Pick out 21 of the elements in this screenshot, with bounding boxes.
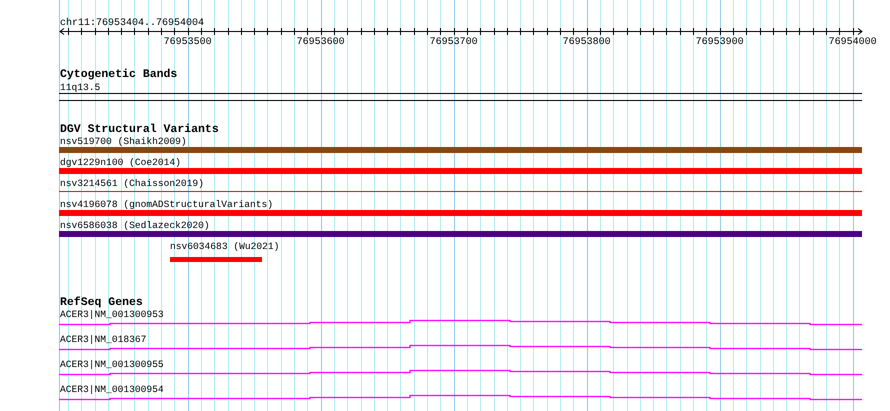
variant-label: nsv6034683 (Wu2021) [170, 241, 280, 252]
gene-label: ACER3|NM_001300955 [60, 359, 164, 370]
variant-label: nsv4196078 (gnomADStructuralVariants) [60, 199, 274, 210]
variant-label: nsv6586038 (Sedlazeck2020) [60, 220, 210, 231]
ruler-tick-label: 76953600 [296, 37, 345, 48]
ruler-tick-label: 76953500 [164, 37, 212, 48]
ruler-tick-label: 76953700 [430, 37, 478, 48]
gene-label: ACER3|NM_001300953 [60, 309, 164, 320]
ruler-tick-label: 76954000 [828, 37, 877, 48]
location-label: chr11:76953404..76954004 [60, 18, 204, 29]
variant-label: dgv1229n100 (Coe2014) [60, 157, 181, 168]
gene-label: ACER3|NM_018367 [60, 334, 146, 345]
ruler-tick-label: 76953800 [562, 37, 611, 48]
variant-label: nsv519700 (Shaikh2009) [60, 136, 187, 147]
track-title: DGV Structural Variants [60, 123, 219, 136]
track-title: Cytogenetic Bands [60, 68, 178, 81]
gene-label: ACER3|NM_001300954 [60, 384, 164, 395]
track-title: RefSeq Genes [60, 296, 143, 309]
variant-label: nsv3214561 (Chaisson2019) [60, 178, 204, 189]
ruler-tick-label: 76953900 [696, 37, 744, 48]
band-label: 11q13.5 [60, 82, 100, 93]
